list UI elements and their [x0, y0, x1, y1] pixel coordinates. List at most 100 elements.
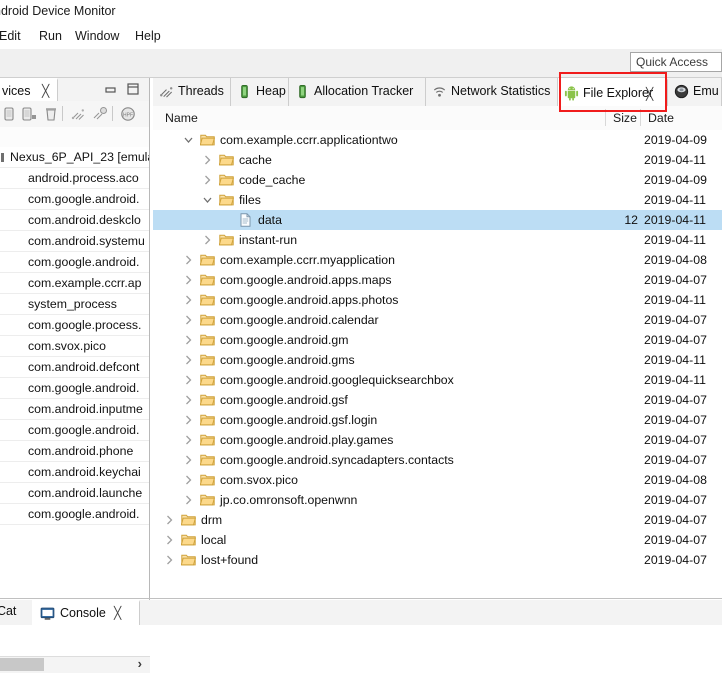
chevron-right-icon[interactable] — [183, 474, 194, 486]
tab-emu[interactable]: Emu — [668, 78, 722, 106]
dump-hprof-icon[interactable]: HPF — [120, 106, 136, 122]
close-icon[interactable]: ╳ — [114, 607, 121, 619]
tab-devices[interactable]: vices ╳ — [0, 78, 58, 101]
device-list-item[interactable]: com.android.keychai — [0, 462, 150, 483]
tree-row[interactable]: code_cache 2019-04-09 — [153, 170, 722, 190]
menu-item-help[interactable]: Help — [132, 28, 164, 44]
bottom-tab-console[interactable]: Console ╳ — [32, 600, 140, 625]
menu-item-run[interactable]: Run — [36, 28, 65, 44]
bottom-tab-label: Console — [60, 606, 106, 620]
chevron-right-icon[interactable] — [183, 274, 194, 286]
tab-file-explorer[interactable]: File Explorer ╳ — [558, 78, 668, 106]
screen-record-icon[interactable] — [21, 106, 37, 122]
chevron-right-icon[interactable] — [164, 554, 175, 566]
device-list-item[interactable]: com.google.android. — [0, 189, 150, 210]
screen-capture-icon[interactable] — [1, 106, 17, 122]
tree-row[interactable]: com.google.android.calendar 2019-04-07 — [153, 310, 722, 330]
chevron-right-icon[interactable] — [183, 254, 194, 266]
tab-threads[interactable]: Threads — [153, 78, 231, 106]
chevron-right-icon[interactable] — [183, 434, 194, 446]
device-list-item[interactable]: com.google.android. — [0, 378, 150, 399]
device-list-item[interactable]: com.google.android. — [0, 420, 150, 441]
menu-item-edit[interactable]: Edit — [0, 28, 24, 44]
coolbar — [0, 49, 722, 78]
tree-row-selected[interactable]: data 12 2019-04-11 — [153, 210, 722, 230]
tree-row[interactable]: local 2019-04-07 — [153, 530, 722, 550]
chevron-right-icon[interactable] — [164, 534, 175, 546]
column-header-size[interactable]: Size — [613, 111, 637, 125]
device-list-item[interactable]: com.android.systemu — [0, 231, 150, 252]
quick-access-field[interactable]: Quick Access — [630, 52, 722, 72]
chevron-right-icon[interactable] — [164, 514, 175, 526]
device-list-item[interactable]: com.google.android. — [0, 504, 150, 525]
device-list-item[interactable]: com.svox.pico — [0, 336, 150, 357]
stop-process-icon[interactable] — [43, 106, 59, 122]
chevron-down-icon[interactable] — [183, 134, 194, 146]
update-threads-icon[interactable] — [70, 106, 86, 122]
menu-item-window[interactable]: Window — [72, 28, 122, 44]
device-list-item[interactable]: system_process — [0, 294, 150, 315]
bottom-tab-gcat[interactable]: gCat — [0, 600, 32, 625]
tree-row[interactable]: com.google.android.gm 2019-04-07 — [153, 330, 722, 350]
device-list-item[interactable]: com.google.process. — [0, 315, 150, 336]
column-separator-2[interactable] — [640, 109, 641, 126]
device-list-item[interactable]: com.google.android. — [0, 252, 150, 273]
tree-row[interactable]: instant-run 2019-04-11 — [153, 230, 722, 250]
tab-network-statistics[interactable]: Network Statistics — [426, 78, 558, 106]
chevron-right-icon[interactable]: › — [138, 656, 142, 671]
device-list-item[interactable]: Nexus_6P_API_23 [emula — [0, 147, 150, 168]
chevron-right-icon[interactable] — [183, 354, 194, 366]
chevron-right-icon[interactable] — [183, 334, 194, 346]
chevron-right-icon[interactable] — [202, 234, 213, 246]
tab-allocation-tracker[interactable]: Allocation Tracker — [289, 78, 426, 106]
maximize-icon[interactable] — [126, 83, 140, 96]
close-icon[interactable]: ╳ — [646, 88, 653, 100]
scrollbar-thumb[interactable] — [0, 658, 44, 671]
chevron-right-icon[interactable] — [183, 454, 194, 466]
tree-row[interactable]: com.example.ccrr.myapplication 2019-04-08 — [153, 250, 722, 270]
column-header-date[interactable]: Date — [648, 111, 674, 125]
tree-row[interactable]: lost+found 2019-04-07 — [153, 550, 722, 570]
devices-list[interactable]: Nexus_6P_API_23 [emula android.process.ac… — [0, 147, 150, 585]
device-list-item[interactable]: com.android.defcont — [0, 357, 150, 378]
tree-row[interactable]: com.google.android.apps.maps 2019-04-07 — [153, 270, 722, 290]
tree-row[interactable]: com.google.android.googlequicksearchbox 2… — [153, 370, 722, 390]
chevron-right-icon[interactable] — [202, 154, 213, 166]
tab-heap[interactable]: Heap — [231, 78, 289, 106]
device-list-item[interactable]: com.android.inputme — [0, 399, 150, 420]
chevron-right-icon[interactable] — [183, 374, 194, 386]
tree-row[interactable]: jp.co.omronsoft.openwnn 2019-04-07 — [153, 490, 722, 510]
device-list-item[interactable]: com.android.phone — [0, 441, 150, 462]
device-list-item[interactable]: com.example.ccrr.ap — [0, 273, 150, 294]
tree-row-date: 2019-04-11 — [644, 213, 706, 227]
column-header-name[interactable]: Name — [165, 111, 198, 125]
tree-row[interactable]: com.google.android.gms 2019-04-11 — [153, 350, 722, 370]
device-list-item[interactable]: com.android.launche — [0, 483, 150, 504]
tree-row[interactable]: com.google.android.gsf 2019-04-07 — [153, 390, 722, 410]
device-list-item[interactable]: android.process.aco — [0, 168, 150, 189]
file-explorer-tree[interactable]: com.example.ccrr.applicationtwo 2019-04-0… — [153, 130, 722, 578]
chevron-right-icon[interactable] — [183, 414, 194, 426]
tree-row[interactable]: com.example.ccrr.applicationtwo 2019-04-0… — [153, 130, 722, 150]
chevron-right-icon[interactable] — [183, 294, 194, 306]
chevron-down-icon[interactable] — [202, 194, 213, 206]
tree-row[interactable]: com.google.android.apps.photos 2019-04-11 — [153, 290, 722, 310]
devices-horizontal-scrollbar[interactable]: › — [0, 656, 150, 673]
tree-row[interactable]: files 2019-04-11 — [153, 190, 722, 210]
folder-icon — [180, 513, 197, 527]
column-separator-1[interactable] — [605, 109, 606, 126]
tree-row[interactable]: com.svox.pico 2019-04-08 — [153, 470, 722, 490]
update-heap-icon[interactable] — [92, 106, 108, 122]
chevron-right-icon[interactable] — [202, 174, 213, 186]
device-list-item[interactable]: com.android.deskclo — [0, 210, 150, 231]
minimize-icon[interactable] — [104, 83, 118, 96]
close-icon[interactable]: ╳ — [42, 85, 49, 97]
chevron-right-icon[interactable] — [183, 314, 194, 326]
tree-row[interactable]: com.google.android.gsf.login 2019-04-07 — [153, 410, 722, 430]
tree-row[interactable]: drm 2019-04-07 — [153, 510, 722, 530]
tree-row[interactable]: com.google.android.syncadapters.contacts… — [153, 450, 722, 470]
chevron-right-icon[interactable] — [183, 394, 194, 406]
tree-row[interactable]: com.google.android.play.games 2019-04-07 — [153, 430, 722, 450]
chevron-right-icon[interactable] — [183, 494, 194, 506]
tree-row[interactable]: cache 2019-04-11 — [153, 150, 722, 170]
